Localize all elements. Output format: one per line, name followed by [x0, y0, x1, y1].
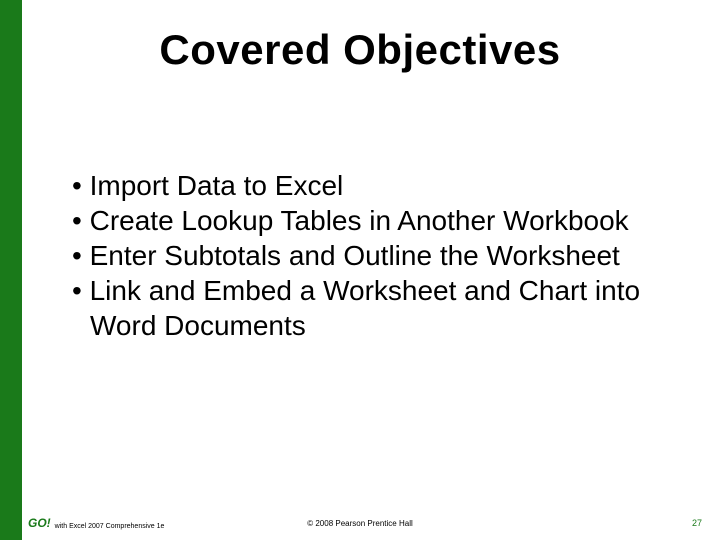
footer-copyright: © 2008 Pearson Prentice Hall — [0, 519, 720, 528]
slide: Covered Objectives Import Data to Excel … — [0, 0, 720, 540]
bullet-list: Import Data to Excel Create Lookup Table… — [72, 168, 680, 343]
bullet-item: Enter Subtotals and Outline the Workshee… — [72, 238, 680, 273]
bullet-item: Link and Embed a Worksheet and Chart int… — [72, 273, 680, 343]
slide-footer: GO! with Excel 2007 Comprehensive 1e © 2… — [0, 514, 720, 530]
slide-title: Covered Objectives — [0, 26, 720, 74]
accent-side-bar — [0, 0, 22, 540]
bullet-item: Import Data to Excel — [72, 168, 680, 203]
page-number: 27 — [692, 518, 702, 528]
bullet-item: Create Lookup Tables in Another Workbook — [72, 203, 680, 238]
